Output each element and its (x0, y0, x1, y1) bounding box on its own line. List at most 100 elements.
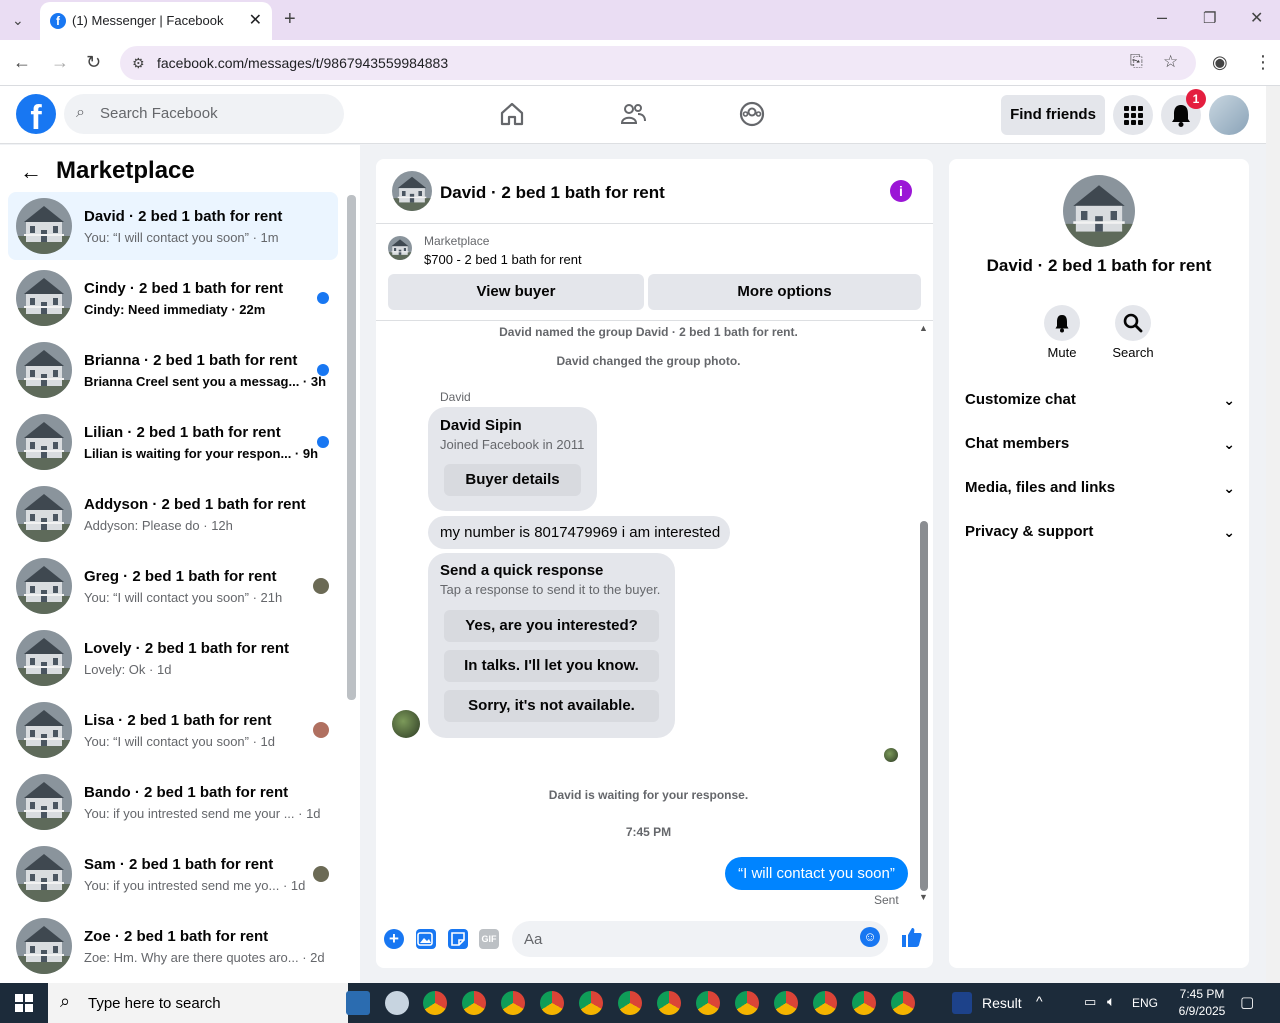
taskbar-clock[interactable]: 7:45 PM 6/9/2025 (1164, 986, 1240, 1020)
account-avatar[interactable] (1209, 95, 1249, 135)
search-button[interactable] (1115, 305, 1151, 341)
conversation-item[interactable]: Addyson · 2 bed 1 bath for rent Addyson: … (8, 480, 338, 548)
forward-icon[interactable]: → (51, 53, 69, 71)
bookmark-star-icon[interactable]: ☆ (1163, 53, 1178, 71)
profile-icon[interactable]: ◉ (1212, 53, 1228, 71)
chat-thumbnail[interactable] (392, 171, 432, 211)
scroll-down-arrow-icon[interactable]: ▼ (919, 892, 928, 902)
info-icon[interactable]: i (890, 180, 912, 202)
friends-icon[interactable] (619, 100, 647, 128)
reload-icon[interactable]: ↻ (86, 53, 101, 71)
sticker-icon[interactable] (448, 929, 468, 949)
gif-icon[interactable]: GIF (479, 929, 499, 949)
listing-thumbnail (16, 558, 72, 614)
privacy-support-row[interactable]: Privacy & support ⌄ (965, 510, 1235, 554)
chrome-taskbar-icon[interactable] (579, 991, 603, 1015)
page-scrollbar[interactable] (1266, 86, 1280, 983)
browser-tab-active[interactable]: f (1) Messenger | Facebook ✕ (40, 2, 272, 40)
facebook-logo-icon[interactable]: f (16, 94, 56, 134)
chrome-taskbar-icon[interactable] (696, 991, 720, 1015)
unread-dot (317, 364, 329, 376)
facebook-search-input[interactable]: ⌕ Search Facebook (64, 94, 344, 134)
conversation-item[interactable]: Bando · 2 bed 1 bath for rent You: if you… (8, 768, 338, 836)
scrollbar[interactable] (920, 521, 928, 891)
windows-start-icon[interactable] (15, 994, 33, 1012)
emoji-icon[interactable]: ☺ (860, 927, 880, 947)
language-indicator[interactable]: ENG (1132, 996, 1158, 1010)
menu-kebab-icon[interactable]: ⋮ (1254, 53, 1272, 71)
mute-button[interactable] (1044, 305, 1080, 341)
groups-icon[interactable] (738, 100, 766, 128)
restore-window-icon[interactable]: ❐ (1203, 10, 1216, 28)
chrome-taskbar-icon[interactable] (423, 991, 447, 1015)
more-options-button[interactable]: More options (648, 274, 921, 310)
chevron-down-icon: ⌄ (1223, 480, 1235, 496)
chat-panel: David · 2 bed 1 bath for rent i Marketpl… (376, 159, 933, 968)
scroll-up-arrow-icon[interactable]: ▲ (919, 323, 928, 333)
chrome-taskbar-icon[interactable] (540, 991, 564, 1015)
group-photo[interactable] (1063, 175, 1135, 247)
back-icon[interactable]: ← (13, 53, 31, 71)
plus-icon[interactable]: + (384, 929, 404, 949)
tab-search-chevron-icon[interactable]: ⌄ (12, 11, 24, 29)
scrollbar[interactable] (347, 195, 356, 700)
chrome-taskbar-icon[interactable] (891, 991, 915, 1015)
customize-chat-row[interactable]: Customize chat ⌄ (965, 378, 1235, 422)
message-bubble[interactable]: my number is 8017479969 i am interested (428, 516, 730, 549)
media-files-links-row[interactable]: Media, files and links ⌄ (965, 466, 1235, 510)
chrome-taskbar-icon[interactable] (657, 991, 681, 1015)
network-icon[interactable]: ▭ (1084, 994, 1096, 1010)
back-arrow-icon[interactable]: ← (20, 159, 42, 185)
conversation-item[interactable]: Sam · 2 bed 1 bath for rent You: if you i… (8, 840, 338, 908)
volume-icon[interactable]: 🔈︎ (1107, 993, 1115, 1010)
chrome-taskbar-icon[interactable] (774, 991, 798, 1015)
nba-app-icon[interactable] (952, 992, 972, 1014)
chrome-taskbar-icon[interactable] (735, 991, 759, 1015)
listing-title[interactable]: $700 - 2 bed 1 bath for rent (424, 252, 582, 267)
chrome-taskbar-icon[interactable] (813, 991, 837, 1015)
conversation-preview: Lilian is waiting for your respon... · 9… (84, 446, 319, 461)
quick-response-button[interactable]: In talks. I'll let you know. (444, 650, 659, 682)
address-bar[interactable]: ⚙ facebook.com/messages/t/98679435599848… (120, 46, 1196, 80)
row-label: Chat members (965, 435, 1070, 452)
conversation-item[interactable]: Lisa · 2 bed 1 bath for rent You: “I will… (8, 696, 338, 764)
app-icon[interactable] (385, 991, 409, 1015)
menu-grid-button[interactable] (1113, 95, 1153, 135)
file-explorer-icon[interactable] (346, 991, 370, 1015)
close-window-icon[interactable]: ✕ (1250, 10, 1263, 28)
tray-chevron-icon[interactable]: ^ (1036, 993, 1043, 1009)
chrome-taskbar-icon[interactable] (462, 991, 486, 1015)
conversation-item[interactable]: Lilian · 2 bed 1 bath for rent Lilian is … (8, 408, 338, 476)
buyer-details-button[interactable]: Buyer details (444, 464, 581, 496)
chat-title[interactable]: David · 2 bed 1 bath for rent (440, 183, 665, 203)
taskbar-search[interactable]: ⌕ Type here to search (48, 983, 348, 1023)
quick-response-button[interactable]: Sorry, it's not available. (444, 690, 659, 722)
sender-avatar[interactable] (392, 710, 420, 738)
conversation-item[interactable]: Zoe · 2 bed 1 bath for rent Zoe: Hm. Why … (8, 912, 338, 980)
new-tab-icon[interactable]: + (284, 9, 296, 29)
view-buyer-button[interactable]: View buyer (388, 274, 644, 310)
find-friends-button[interactable]: Find friends (1001, 95, 1105, 135)
conversation-item[interactable]: Cindy · 2 bed 1 bath for rent Cindy: Need… (8, 264, 338, 332)
quick-response-button[interactable]: Yes, are you interested? (444, 610, 659, 642)
conversation-item[interactable]: Lovely · 2 bed 1 bath for rent Lovely: Ok… (8, 624, 338, 692)
install-app-icon[interactable]: ⎘ (1130, 53, 1143, 71)
minimize-window-icon[interactable]: – (1157, 8, 1167, 26)
chrome-taskbar-icon[interactable] (852, 991, 876, 1015)
conversation-name: Bando · 2 bed 1 bath for rent (84, 784, 289, 801)
site-info-icon[interactable]: ⚙ (132, 54, 145, 72)
home-icon[interactable] (498, 100, 526, 128)
chrome-taskbar-icon[interactable] (501, 991, 525, 1015)
conversation-item[interactable]: David · 2 bed 1 bath for rent You: “I wil… (8, 192, 338, 260)
chat-members-row[interactable]: Chat members ⌄ (965, 422, 1235, 466)
conversation-item[interactable]: Brianna · 2 bed 1 bath for rent Brianna C… (8, 336, 338, 404)
my-message-bubble[interactable]: “I will contact you soon” (725, 857, 908, 890)
action-center-icon[interactable]: ▢ (1240, 993, 1254, 1011)
taskbar-result-label[interactable]: Result (982, 995, 1022, 1011)
chrome-taskbar-icon[interactable] (618, 991, 642, 1015)
message-input[interactable] (512, 921, 888, 957)
close-tab-icon[interactable]: ✕ (249, 10, 262, 30)
conversation-item[interactable]: Greg · 2 bed 1 bath for rent You: “I will… (8, 552, 338, 620)
like-thumb-icon[interactable] (900, 925, 922, 949)
photo-icon[interactable] (416, 929, 436, 949)
